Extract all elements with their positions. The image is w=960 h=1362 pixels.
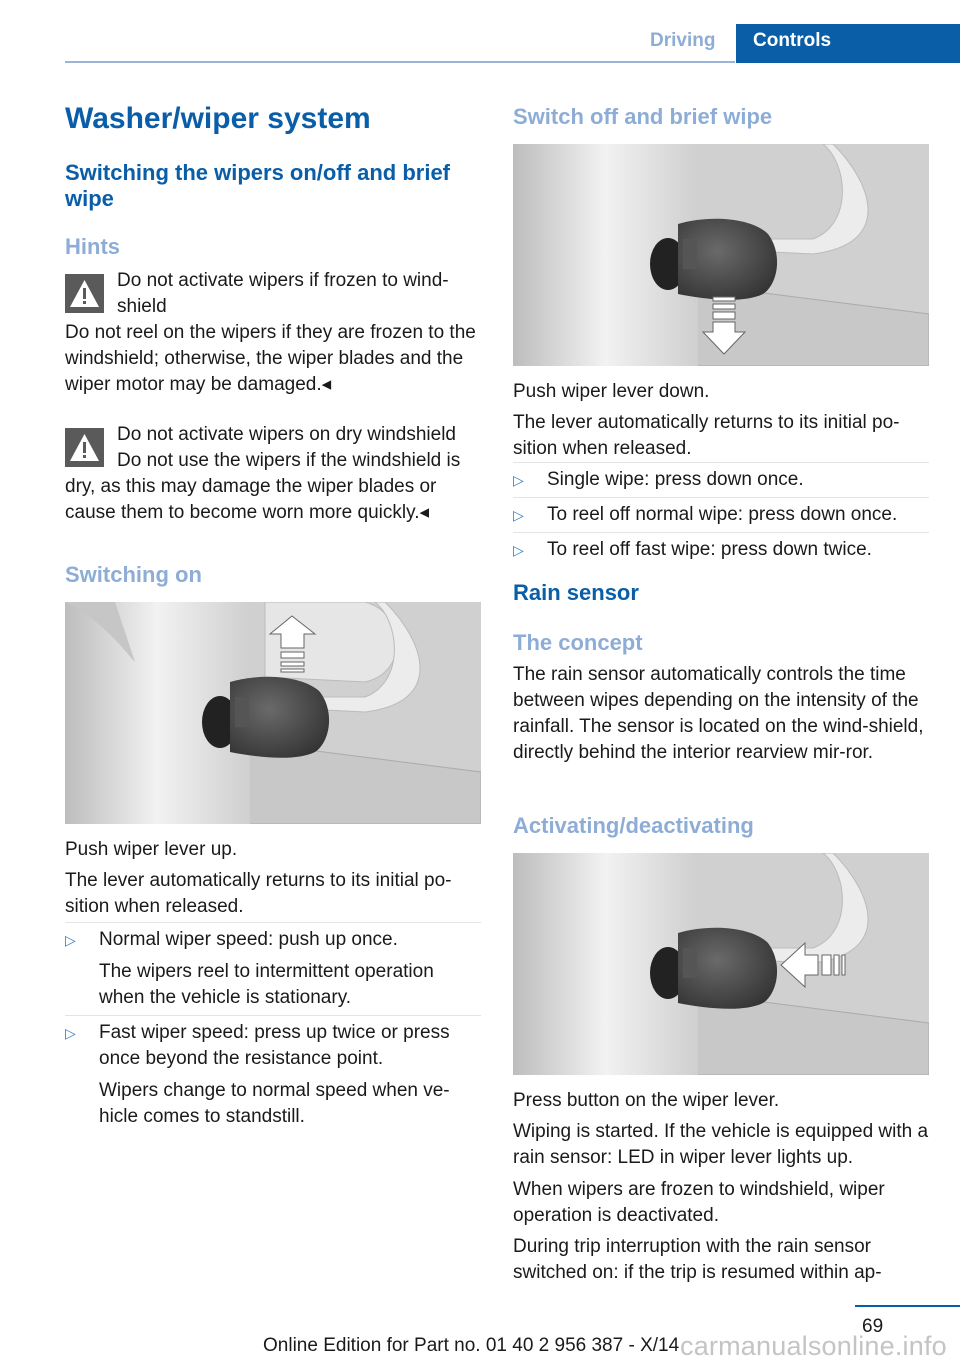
hints-heading: Hints: [65, 234, 120, 259]
list-item-text: Single wipe: press down once.: [547, 469, 804, 490]
switching-on-note: The lever automatically returns to its i…: [65, 870, 452, 917]
triangle-bullet-icon: ▷: [513, 507, 524, 523]
list-item-text: Fast wiper speed: press up twice or pres…: [99, 1022, 450, 1069]
list-item: ▷ To reel off fast wipe: press down twic…: [513, 532, 929, 567]
switching-on-heading: Switching on: [65, 562, 202, 587]
activating-heading: Activating/deactivating: [513, 813, 754, 838]
warning-title: Do not activate wipers on dry windshield: [117, 424, 457, 445]
warning-body: Do not reel on the wipers if they are fr…: [65, 322, 476, 395]
list-item-subtext: Wipers change to normal speed when ve-hi…: [99, 1080, 450, 1127]
header-tab-controls[interactable]: Controls: [736, 24, 960, 63]
rain-sensor-heading: Rain sensor: [513, 580, 639, 605]
list-item-subtext: The wipers reel to intermittent operatio…: [99, 961, 434, 1008]
switch-off-note: The lever automatically returns to its i…: [513, 412, 900, 459]
switch-off-list: ▷ Single wipe: press down once. ▷ To ree…: [513, 462, 929, 567]
activating-instruction: Press button on the wiper lever.: [513, 1090, 780, 1111]
list-item: ▷ To reel off normal wipe: press down on…: [513, 497, 929, 532]
wiper-lever-button-illustration: [513, 853, 929, 1075]
list-item: ▷ Normal wiper speed: push up once. The …: [65, 922, 481, 1015]
triangle-bullet-icon: ▷: [65, 1025, 76, 1041]
list-item-text: Normal wiper speed: push up once.: [99, 929, 398, 950]
footer-edition: Online Edition for Part no. 01 40 2 956 …: [263, 1335, 680, 1356]
section-heading-switching: Switching the wipers on/off and brief wi…: [65, 160, 451, 211]
concept-heading: The concept: [513, 630, 643, 655]
wiper-lever-down-illustration: [513, 144, 929, 366]
switching-on-instruction: Push wiper lever up.: [65, 839, 238, 860]
triangle-bullet-icon: ▷: [513, 472, 524, 488]
concept-text: The rain sensor automatically controls t…: [513, 664, 924, 763]
footer-rule: [855, 1305, 960, 1307]
page-title: Washer/wiper system: [65, 102, 371, 135]
watermark: carmanualsonline.info: [680, 1331, 947, 1361]
list-item: ▷ Single wipe: press down once.: [513, 462, 929, 497]
triangle-bullet-icon: ▷: [513, 542, 524, 558]
switch-off-heading: Switch off and brief wipe: [513, 104, 773, 129]
activating-result: Wiping is started. If the vehicle is equ…: [513, 1121, 929, 1168]
list-item-text: To reel off normal wipe: press down once…: [547, 504, 898, 525]
wiper-lever-up-illustration: [65, 602, 481, 824]
list-item: ▷ Fast wiper speed: press up twice or pr…: [65, 1015, 481, 1134]
warning-triangle-icon: [65, 428, 104, 467]
warning-body: Do not use the wipers if the windshield …: [65, 450, 461, 523]
triangle-bullet-icon: ▷: [65, 932, 76, 948]
warning-dry: Do not activate wipers on dry windshield…: [65, 422, 481, 526]
switching-on-list: ▷ Normal wiper speed: push up once. The …: [65, 922, 481, 1134]
switch-off-instruction: Push wiper lever down.: [513, 381, 710, 402]
warning-triangle-icon: [65, 274, 104, 313]
activating-trip-note: During trip interruption with the rain s…: [513, 1236, 882, 1283]
header-section-driving[interactable]: Driving: [650, 30, 715, 52]
list-item-text: To reel off fast wipe: press down twice.: [547, 539, 872, 560]
warning-title: Do not activate wipers if frozen to wind…: [117, 270, 449, 317]
warning-frozen: Do not activate wipers if frozen to wind…: [65, 268, 481, 398]
header-rule: [65, 61, 735, 63]
activating-frozen-note: When wipers are frozen to windshield, wi…: [513, 1179, 885, 1226]
